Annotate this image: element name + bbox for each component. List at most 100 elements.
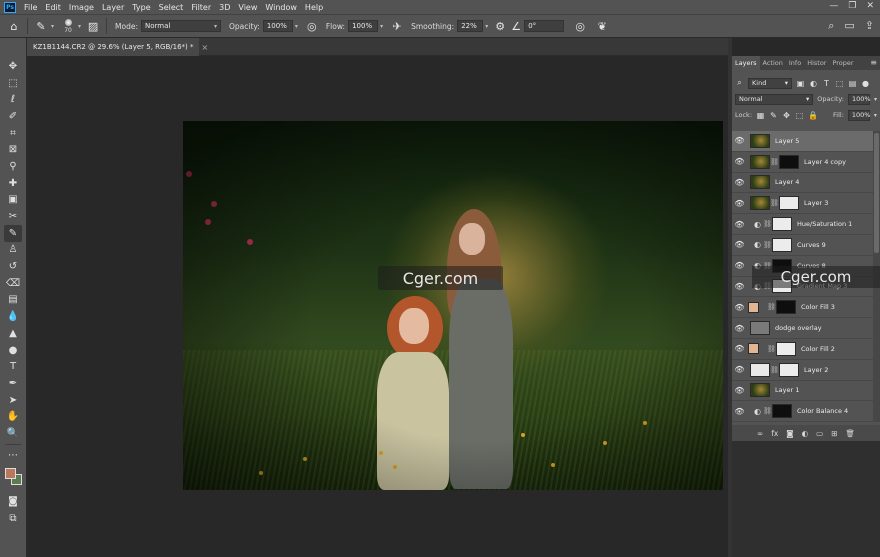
pressure-size-icon[interactable]: ◎ bbox=[572, 18, 588, 34]
trash-icon[interactable]: 🗑 bbox=[846, 429, 856, 438]
history-brush-tool-icon[interactable]: ↺ bbox=[4, 258, 22, 275]
foreground-color-swatch[interactable] bbox=[5, 467, 16, 479]
eye-icon[interactable]: 👁 bbox=[733, 344, 746, 353]
healing-brush-tool-icon[interactable]: ✚ bbox=[4, 175, 22, 192]
crop-tool-icon[interactable]: ⌗ bbox=[4, 125, 22, 142]
mask-icon[interactable]: ◙ bbox=[786, 429, 793, 438]
link-icon[interactable]: ⛓ bbox=[763, 241, 772, 249]
eraser-tool-icon[interactable]: ⌫ bbox=[4, 275, 22, 292]
lock-image-icon[interactable]: ✎ bbox=[769, 111, 778, 120]
symmetry-icon[interactable]: ❦ bbox=[594, 18, 610, 34]
chevron-down-icon[interactable]: ▾ bbox=[485, 23, 488, 30]
menu-image[interactable]: Image bbox=[69, 3, 94, 12]
layer-row[interactable]: 👁 ⛓ Layer 2 bbox=[732, 360, 880, 381]
layer-row[interactable]: 👁 Layer 4 bbox=[732, 173, 880, 194]
path-select-tool-icon[interactable]: ➤ bbox=[4, 392, 22, 409]
frame-tool-icon[interactable]: ⊠ bbox=[4, 141, 22, 158]
layer-mask-thumbnail[interactable] bbox=[779, 362, 799, 377]
burn-tool-icon[interactable]: ● bbox=[4, 342, 22, 359]
filter-pixel-icon[interactable]: ▣ bbox=[796, 79, 805, 88]
eye-icon[interactable]: 👁 bbox=[733, 407, 746, 416]
layer-mask-thumbnail[interactable] bbox=[776, 300, 796, 315]
layer-mask-thumbnail[interactable] bbox=[779, 154, 799, 169]
fill-input[interactable]: 100% bbox=[847, 109, 870, 121]
lasso-tool-icon[interactable]: ℓ bbox=[4, 91, 22, 108]
eye-icon[interactable]: 👁 bbox=[733, 157, 746, 166]
chevron-down-icon[interactable]: ▾ bbox=[874, 96, 877, 103]
filter-toggle-icon[interactable]: ● bbox=[861, 79, 870, 88]
eye-icon[interactable]: 👁 bbox=[733, 303, 746, 312]
layer-row[interactable]: 👁 ⛓ Color Fill 2 bbox=[732, 339, 880, 360]
menu-filter[interactable]: Filter bbox=[191, 3, 211, 12]
brush-preset-picker[interactable]: 70 bbox=[60, 16, 76, 36]
new-layer-icon[interactable]: ⊞ bbox=[831, 429, 837, 438]
type-tool-icon[interactable]: T bbox=[4, 358, 22, 375]
brush-tool-icon[interactable]: ✎ bbox=[4, 224, 22, 242]
eye-icon[interactable]: 👁 bbox=[733, 261, 746, 270]
eye-icon[interactable]: 👁 bbox=[733, 386, 746, 395]
layer-row[interactable]: 👁 ⛓ Layer 3 bbox=[732, 193, 880, 215]
chevron-down-icon[interactable]: ▾ bbox=[874, 112, 877, 119]
link-icon[interactable]: ⛓ bbox=[763, 220, 772, 228]
menu-view[interactable]: View bbox=[238, 3, 257, 12]
layer-row[interactable]: 👁 Layer 1 bbox=[732, 381, 880, 402]
menu-select[interactable]: Select bbox=[159, 3, 184, 12]
layer-row[interactable]: 👁 ◐ ⛓ Curves 9 bbox=[732, 235, 880, 256]
chevron-down-icon[interactable]: ▾ bbox=[78, 23, 81, 30]
eye-icon[interactable]: 👁 bbox=[733, 178, 746, 187]
lock-transparent-icon[interactable]: ▦ bbox=[756, 111, 765, 120]
flow-input[interactable]: 100% bbox=[348, 20, 379, 32]
link-icon[interactable]: ⛓ bbox=[763, 407, 772, 415]
tab-properties[interactable]: Proper bbox=[829, 56, 856, 70]
menu-help[interactable]: Help bbox=[305, 3, 323, 12]
airbrush-icon[interactable]: ✈ bbox=[389, 18, 405, 34]
menu-edit[interactable]: Edit bbox=[45, 3, 61, 12]
filter-smart-object-icon[interactable]: ▤ bbox=[848, 79, 857, 88]
menu-layer[interactable]: Layer bbox=[102, 3, 124, 12]
layer-mask-thumbnail[interactable] bbox=[772, 404, 792, 419]
layer-row[interactable]: 👁 ◐ ⛓ Color Balance 4 bbox=[732, 401, 880, 423]
menu-type[interactable]: Type bbox=[132, 3, 150, 12]
zoom-tool-icon[interactable]: 🔍 bbox=[4, 425, 22, 442]
eyedropper-tool-icon[interactable]: ⚲ bbox=[4, 158, 22, 175]
tab-actions[interactable]: Action bbox=[760, 56, 786, 70]
menu-file[interactable]: File bbox=[24, 3, 37, 12]
opacity-input[interactable]: 100% bbox=[262, 20, 293, 32]
gradient-tool-icon[interactable]: ▤ bbox=[4, 292, 22, 309]
folder-icon[interactable]: ▭ bbox=[816, 429, 823, 438]
more-tools-icon[interactable]: ⋯ bbox=[4, 447, 22, 464]
layer-mask-thumbnail[interactable] bbox=[772, 237, 792, 252]
share-icon[interactable]: ⇪ bbox=[865, 19, 874, 33]
tab-history[interactable]: Histor bbox=[804, 56, 829, 70]
workspace-icon[interactable]: ▭ bbox=[844, 19, 854, 33]
document-tab[interactable]: KZ1B1144.CR2 @ 29.6% (Layer 5, RGB/16*) … bbox=[27, 38, 208, 56]
link-icon[interactable]: ⛓ bbox=[770, 199, 779, 207]
layer-row[interactable]: 👁 ⛓ Layer 4 copy bbox=[732, 152, 880, 173]
eye-icon[interactable]: 👁 bbox=[733, 220, 746, 229]
eye-icon[interactable]: 👁 bbox=[733, 282, 746, 291]
filter-kind-select[interactable]: Kind ▾ bbox=[748, 77, 792, 89]
mode-select[interactable]: Normal ▾ bbox=[141, 20, 221, 32]
layer-mask-thumbnail[interactable] bbox=[772, 217, 792, 232]
layer-row[interactable]: 👁 ⛓ Color Fill 3 bbox=[732, 297, 880, 319]
lock-artboard-icon[interactable]: ⬚ bbox=[795, 111, 804, 120]
move-tool-icon[interactable]: ✥ bbox=[4, 58, 22, 75]
chevron-down-icon[interactable]: ▾ bbox=[295, 23, 298, 30]
color-swatches[interactable] bbox=[3, 466, 23, 488]
brush-tool-icon[interactable]: ✎ bbox=[33, 18, 49, 34]
blur-tool-icon[interactable]: 💧 bbox=[4, 308, 22, 325]
scrollbar-thumb[interactable] bbox=[874, 133, 879, 253]
blend-mode-select[interactable]: Normal ▾ bbox=[735, 93, 814, 105]
layer-row[interactable]: 👁 ◐ ⛓ Hue/Saturation 1 bbox=[732, 214, 880, 235]
pen-tool-icon[interactable]: ✒ bbox=[4, 375, 22, 392]
minimize-button[interactable]: — bbox=[829, 1, 838, 11]
filter-adjustment-icon[interactable]: ◐ bbox=[809, 79, 818, 88]
link-icon[interactable]: ∞ bbox=[757, 429, 763, 438]
filter-shape-icon[interactable]: ⬚ bbox=[835, 79, 844, 88]
layer-mask-thumbnail[interactable] bbox=[776, 341, 796, 356]
close-icon[interactable]: × bbox=[202, 43, 209, 52]
tab-info[interactable]: Info bbox=[786, 56, 804, 70]
brush-settings-icon[interactable]: ▨ bbox=[85, 18, 101, 34]
quick-select-tool-icon[interactable]: ✐ bbox=[4, 108, 22, 125]
marquee-tool-icon[interactable]: ⬚ bbox=[4, 75, 22, 92]
